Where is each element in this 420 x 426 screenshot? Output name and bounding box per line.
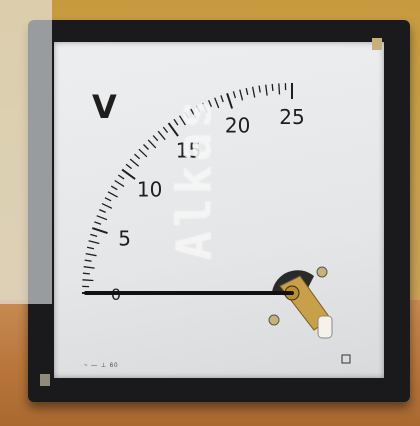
- scale-tick: [82, 279, 94, 282]
- scale-tick: [129, 158, 140, 167]
- watermark-text: Alkas: [166, 95, 223, 261]
- corner-screw: [372, 38, 382, 50]
- scale-tick: [94, 221, 102, 225]
- scale-tick: [101, 203, 113, 209]
- scale-tick: [84, 259, 92, 262]
- scale-label: 10: [137, 178, 162, 202]
- scale-tick: [107, 191, 118, 198]
- scale-tick: [85, 252, 97, 257]
- scale-tick: [121, 168, 136, 180]
- scale-tick: [90, 233, 98, 238]
- scale-tick: [278, 83, 281, 95]
- scale-tick: [99, 209, 106, 213]
- scale-tick: [271, 83, 274, 91]
- scale-tick: [82, 272, 90, 275]
- scale-tick: [143, 144, 149, 150]
- calibration-mark: [341, 354, 351, 364]
- scale-label: 5: [118, 227, 131, 251]
- scale-tick: [117, 174, 125, 180]
- unit-symbol: V: [92, 88, 117, 126]
- scale-tick: [157, 130, 166, 141]
- scale-tick: [258, 85, 261, 93]
- scale-tick: [91, 227, 108, 235]
- scale-tick: [152, 135, 159, 142]
- scale-tick: [265, 84, 268, 96]
- scale-tick: [125, 163, 133, 170]
- scale-tick: [147, 139, 157, 149]
- scale-tick: [88, 240, 100, 245]
- scale-tick: [134, 153, 141, 160]
- scale-tick: [104, 197, 112, 202]
- scale-tick: [245, 87, 249, 96]
- scale-tick: [239, 89, 244, 101]
- scale-label: 20: [225, 114, 250, 138]
- corner-clip: [40, 374, 50, 386]
- scale-tick: [86, 246, 95, 250]
- dial-fine-print: ~ — ⊥ 60: [84, 363, 119, 369]
- scale-tick: [138, 148, 148, 158]
- scale-tick: [251, 86, 256, 98]
- translucent-overlay-panel: [0, 0, 52, 304]
- movement-mechanism: [268, 266, 333, 339]
- scale-label: 25: [279, 105, 304, 129]
- scale-tick: [114, 179, 125, 187]
- scale-tick: [110, 185, 118, 191]
- scale-tick: [232, 91, 237, 99]
- scale-tick: [226, 92, 234, 109]
- scale-tick: [96, 215, 108, 221]
- scale-tick: [83, 266, 95, 269]
